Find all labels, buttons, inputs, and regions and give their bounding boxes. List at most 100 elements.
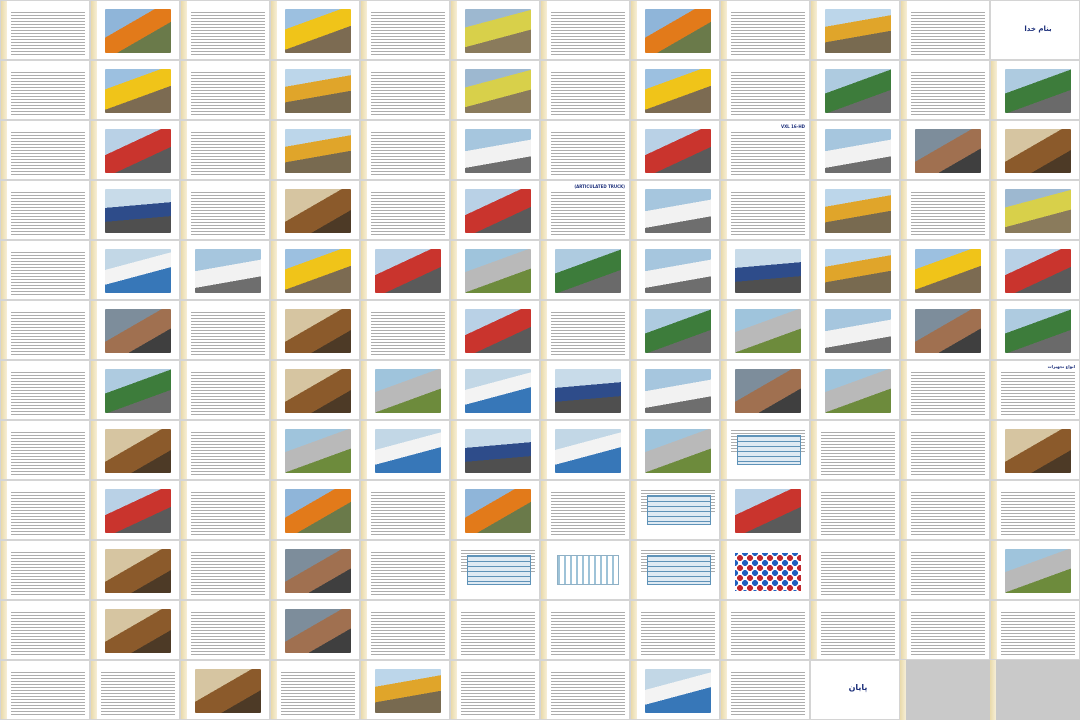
slide-thumbnail[interactable] <box>450 360 540 420</box>
slide-thumbnail[interactable] <box>810 300 900 360</box>
slide-thumbnail[interactable] <box>90 660 180 720</box>
slide-thumbnail[interactable] <box>270 600 360 660</box>
slide-thumbnail[interactable]: پایان <box>810 660 900 720</box>
slide-thumbnail[interactable] <box>630 540 720 600</box>
slide-thumbnail[interactable] <box>810 180 900 240</box>
slide-thumbnail[interactable] <box>810 120 900 180</box>
slide-thumbnail[interactable] <box>450 660 540 720</box>
slide-thumbnail[interactable] <box>0 480 90 540</box>
slide-thumbnail[interactable]: بنام خدا <box>990 0 1080 60</box>
slide-thumbnail[interactable] <box>810 240 900 300</box>
slide-thumbnail[interactable] <box>90 600 180 660</box>
slide-thumbnail[interactable] <box>900 180 990 240</box>
slide-thumbnail[interactable] <box>900 300 990 360</box>
slide-thumbnail[interactable] <box>270 420 360 480</box>
slide-thumbnail[interactable] <box>900 600 990 660</box>
slide-thumbnail[interactable] <box>900 540 990 600</box>
slide-thumbnail[interactable] <box>180 600 270 660</box>
slide-thumbnail[interactable] <box>720 660 810 720</box>
slide-thumbnail[interactable] <box>900 420 990 480</box>
slide-thumbnail[interactable] <box>90 240 180 300</box>
slide-thumbnail[interactable] <box>630 0 720 60</box>
slide-thumbnail[interactable] <box>810 420 900 480</box>
slide-thumbnail[interactable] <box>810 0 900 60</box>
slide-thumbnail[interactable] <box>540 0 630 60</box>
slide-thumbnail[interactable] <box>990 480 1080 540</box>
slide-thumbnail[interactable] <box>360 360 450 420</box>
slide-thumbnail[interactable] <box>0 420 90 480</box>
slide-thumbnail[interactable] <box>630 480 720 540</box>
slide-thumbnail[interactable] <box>90 420 180 480</box>
slide-thumbnail[interactable] <box>180 360 270 420</box>
slide-thumbnail[interactable] <box>360 120 450 180</box>
slide-thumbnail[interactable] <box>720 180 810 240</box>
slide-thumbnail[interactable]: VXL 16-HD <box>720 120 810 180</box>
slide-thumbnail[interactable] <box>540 660 630 720</box>
slide-thumbnail[interactable] <box>540 120 630 180</box>
slide-thumbnail[interactable] <box>540 480 630 540</box>
slide-thumbnail[interactable] <box>270 60 360 120</box>
slide-thumbnail[interactable] <box>180 60 270 120</box>
slide-thumbnail[interactable] <box>90 0 180 60</box>
slide-thumbnail[interactable] <box>630 420 720 480</box>
slide-thumbnail[interactable] <box>810 480 900 540</box>
slide-thumbnail[interactable] <box>270 540 360 600</box>
slide-thumbnail[interactable] <box>90 60 180 120</box>
slide-thumbnail[interactable] <box>450 480 540 540</box>
slide-thumbnail[interactable]: (ARTICULATED TRUCK) <box>540 180 630 240</box>
slide-thumbnail[interactable] <box>810 360 900 420</box>
slide-thumbnail[interactable] <box>360 540 450 600</box>
slide-thumbnail[interactable] <box>990 240 1080 300</box>
slide-thumbnail[interactable] <box>450 300 540 360</box>
slide-thumbnail[interactable] <box>270 360 360 420</box>
slide-thumbnail[interactable] <box>0 600 90 660</box>
slide-thumbnail[interactable] <box>450 120 540 180</box>
slide-thumbnail[interactable] <box>270 660 360 720</box>
slide-thumbnail[interactable] <box>450 240 540 300</box>
slide-thumbnail[interactable] <box>630 660 720 720</box>
slide-thumbnail[interactable] <box>0 660 90 720</box>
slide-thumbnail[interactable] <box>360 480 450 540</box>
slide-thumbnail[interactable] <box>720 360 810 420</box>
slide-thumbnail[interactable] <box>900 240 990 300</box>
slide-thumbnail[interactable] <box>990 60 1080 120</box>
slide-thumbnail[interactable] <box>90 180 180 240</box>
slide-thumbnail[interactable] <box>0 0 90 60</box>
slide-thumbnail[interactable] <box>450 0 540 60</box>
slide-thumbnail[interactable] <box>450 180 540 240</box>
slide-thumbnail[interactable] <box>270 300 360 360</box>
slide-thumbnail[interactable] <box>720 60 810 120</box>
slide-thumbnail[interactable] <box>180 480 270 540</box>
slide-thumbnail[interactable] <box>810 600 900 660</box>
slide-thumbnail[interactable] <box>90 540 180 600</box>
slide-thumbnail[interactable] <box>90 120 180 180</box>
slide-thumbnail[interactable] <box>630 120 720 180</box>
slide-thumbnail[interactable] <box>360 660 450 720</box>
slide-thumbnail[interactable] <box>900 480 990 540</box>
slide-thumbnail[interactable] <box>0 540 90 600</box>
slide-thumbnail[interactable] <box>450 600 540 660</box>
slide-thumbnail[interactable] <box>720 240 810 300</box>
slide-thumbnail[interactable] <box>180 240 270 300</box>
slide-thumbnail[interactable] <box>180 120 270 180</box>
slide-thumbnail[interactable] <box>0 240 90 300</box>
slide-thumbnail[interactable] <box>630 240 720 300</box>
slide-thumbnail[interactable] <box>810 60 900 120</box>
slide-thumbnail[interactable] <box>540 600 630 660</box>
slide-thumbnail[interactable] <box>180 420 270 480</box>
slide-thumbnail[interactable] <box>630 600 720 660</box>
slide-thumbnail[interactable] <box>450 540 540 600</box>
slide-thumbnail[interactable] <box>450 420 540 480</box>
slide-thumbnail[interactable] <box>270 180 360 240</box>
slide-thumbnail[interactable] <box>180 0 270 60</box>
slide-thumbnail[interactable] <box>720 420 810 480</box>
slide-thumbnail[interactable] <box>720 0 810 60</box>
slide-thumbnail[interactable] <box>990 600 1080 660</box>
slide-thumbnail[interactable] <box>360 180 450 240</box>
slide-thumbnail[interactable] <box>900 120 990 180</box>
slide-thumbnail[interactable] <box>990 180 1080 240</box>
slide-thumbnail[interactable] <box>720 480 810 540</box>
slide-thumbnail[interactable] <box>990 300 1080 360</box>
slide-thumbnail[interactable] <box>90 480 180 540</box>
slide-thumbnail[interactable] <box>90 360 180 420</box>
